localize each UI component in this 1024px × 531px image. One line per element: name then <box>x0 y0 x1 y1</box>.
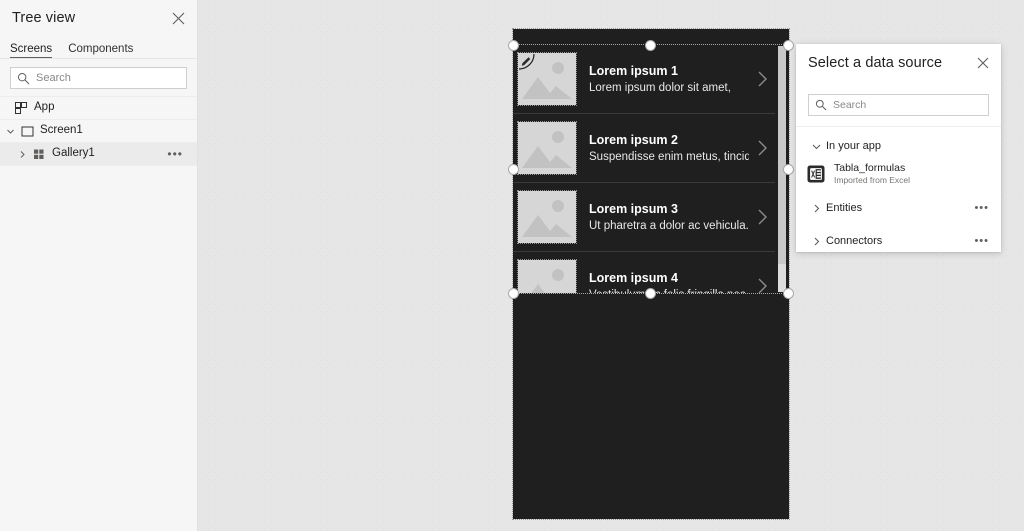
data-source-panel: Select a data source In your app <box>796 44 1001 252</box>
sidebar-item-label: Gallery1 <box>52 147 95 160</box>
tree-view-panel: Tree view Screens Components Search App … <box>0 0 198 531</box>
chevron-right-icon[interactable] <box>749 277 775 293</box>
gallery-item[interactable]: Lorem ipsum 3 Ut pharetra a dolor ac veh… <box>513 183 775 252</box>
image-placeholder-icon <box>518 122 576 174</box>
image-placeholder-icon <box>518 191 576 243</box>
image-placeholder-icon <box>518 260 576 293</box>
data-source-title: Select a data source <box>808 55 943 71</box>
resize-handle-middle-right[interactable] <box>783 164 794 175</box>
data-source-search-input[interactable] <box>833 99 982 111</box>
data-source-group-in-your-app[interactable]: In your app <box>796 133 1001 159</box>
search-box[interactable] <box>10 67 187 89</box>
tree-view-list: App Screen1 Gallery1 ••• <box>0 96 197 166</box>
more-options-icon[interactable]: ••• <box>974 235 989 247</box>
sidebar-item-gallery1[interactable]: Gallery1 ••• <box>0 143 197 166</box>
app-root: Lorem ipsum 1 Lorem ipsum dolor sit amet… <box>0 0 1024 531</box>
gallery-item-subtitle: Vestibulum ac felis fringilla nec mi <box>589 287 749 294</box>
gallery-item[interactable]: Lorem ipsum 2 Suspendisse enim metus, ti… <box>513 114 775 183</box>
data-source-list: In your app Tabla_formulas Imported from… <box>796 126 1001 254</box>
data-source-group-label: Connectors <box>826 235 883 247</box>
close-icon[interactable] <box>975 55 991 71</box>
resize-handle-top-center[interactable] <box>645 40 656 51</box>
gallery-item-text: Lorem ipsum 1 Lorem ipsum dolor sit amet… <box>576 63 749 96</box>
excel-icon <box>806 164 826 184</box>
resize-handle-top-left[interactable] <box>508 40 519 51</box>
app-icon <box>12 101 30 115</box>
data-source-group-entities[interactable]: Entities ••• <box>796 195 1001 221</box>
data-source-group-label: In your app <box>826 140 882 152</box>
gallery-item-thumbnail[interactable] <box>517 259 577 293</box>
gallery-item[interactable]: Lorem ipsum 4 Vestibulum ac felis fringi… <box>513 252 775 293</box>
resize-handle-top-right[interactable] <box>783 40 794 51</box>
gallery-items-container: Lorem ipsum 1 Lorem ipsum dolor sit amet… <box>513 45 775 293</box>
data-source-search-box[interactable] <box>808 94 989 116</box>
tree-view-header: Tree view <box>0 0 197 36</box>
sidebar-item-label: App <box>34 101 55 114</box>
resize-handle-bottom-center[interactable] <box>645 288 656 299</box>
gallery-item-thumbnail[interactable] <box>517 121 577 175</box>
resize-handle-middle-left[interactable] <box>508 164 519 175</box>
search-icon <box>17 72 30 85</box>
gallery-item-thumbnail[interactable] <box>517 190 577 244</box>
resize-handle-bottom-right[interactable] <box>783 288 794 299</box>
screen-icon <box>18 125 36 138</box>
chevron-down-icon[interactable] <box>806 141 826 152</box>
data-source-item-description: Imported from Excel <box>834 175 911 185</box>
gallery-control[interactable]: Lorem ipsum 1 Lorem ipsum dolor sit amet… <box>513 45 789 293</box>
gallery-item-title: Lorem ipsum 3 <box>589 201 678 216</box>
close-icon[interactable] <box>169 9 187 27</box>
data-source-group-connectors[interactable]: Connectors ••• <box>796 228 1001 254</box>
gallery-item-thumbnail[interactable] <box>517 52 577 106</box>
tree-view-tabs: Screens Components <box>0 36 197 59</box>
sidebar-item-app[interactable]: App <box>0 97 197 120</box>
chevron-right-icon[interactable] <box>749 139 775 157</box>
gallery-item-title: Lorem ipsum 2 <box>589 132 678 147</box>
chevron-right-icon[interactable] <box>806 236 826 247</box>
tree-view-search-container <box>0 59 197 96</box>
gallery-item-text: Lorem ipsum 4 Vestibulum ac felis fringi… <box>576 270 749 294</box>
gallery-item[interactable]: Lorem ipsum 1 Lorem ipsum dolor sit amet… <box>513 45 775 114</box>
chevron-right-icon[interactable] <box>749 208 775 226</box>
search-icon <box>815 99 827 111</box>
sidebar-item-label: Screen1 <box>40 124 83 137</box>
chevron-down-icon[interactable] <box>2 127 18 136</box>
chevron-right-icon[interactable] <box>14 150 30 159</box>
data-source-item-text: Tabla_formulas Imported from Excel <box>834 162 910 186</box>
more-options-icon[interactable]: ••• <box>974 202 989 214</box>
gallery-item-subtitle: Lorem ipsum dolor sit amet, <box>589 81 731 94</box>
tab-components[interactable]: Components <box>68 43 133 58</box>
gallery-item-subtitle: Suspendisse enim metus, tincidunt <box>589 150 749 163</box>
data-source-item-name: Tabla_formulas <box>834 162 906 174</box>
edit-pencil-badge[interactable] <box>518 53 535 70</box>
data-source-header: Select a data source <box>796 44 1001 94</box>
data-source-group-label: Entities <box>826 202 863 214</box>
search-input[interactable] <box>36 72 180 84</box>
gallery-item-title: Lorem ipsum 1 <box>589 63 678 78</box>
tab-screens[interactable]: Screens <box>10 43 53 58</box>
gallery-item-text: Lorem ipsum 2 Suspendisse enim metus, ti… <box>576 132 749 165</box>
data-source-search-container <box>796 94 1001 126</box>
gallery-item-text: Lorem ipsum 3 Ut pharetra a dolor ac veh… <box>576 201 749 234</box>
more-options-icon[interactable]: ••• <box>167 148 197 160</box>
chevron-right-icon[interactable] <box>806 203 826 214</box>
chevron-right-icon[interactable] <box>749 70 775 88</box>
sidebar-item-screen1[interactable]: Screen1 <box>0 120 197 143</box>
gallery-scrollbar-thumb[interactable] <box>778 46 786 264</box>
resize-handle-bottom-left[interactable] <box>508 288 519 299</box>
data-source-item-tabla-formulas[interactable]: Tabla_formulas Imported from Excel <box>796 159 1001 189</box>
gallery-item-title: Lorem ipsum 4 <box>589 270 678 285</box>
gallery-item-subtitle: Ut pharetra a dolor ac vehicula. <box>589 219 749 232</box>
page-title: Tree view <box>12 10 76 26</box>
gallery-icon <box>30 148 48 161</box>
